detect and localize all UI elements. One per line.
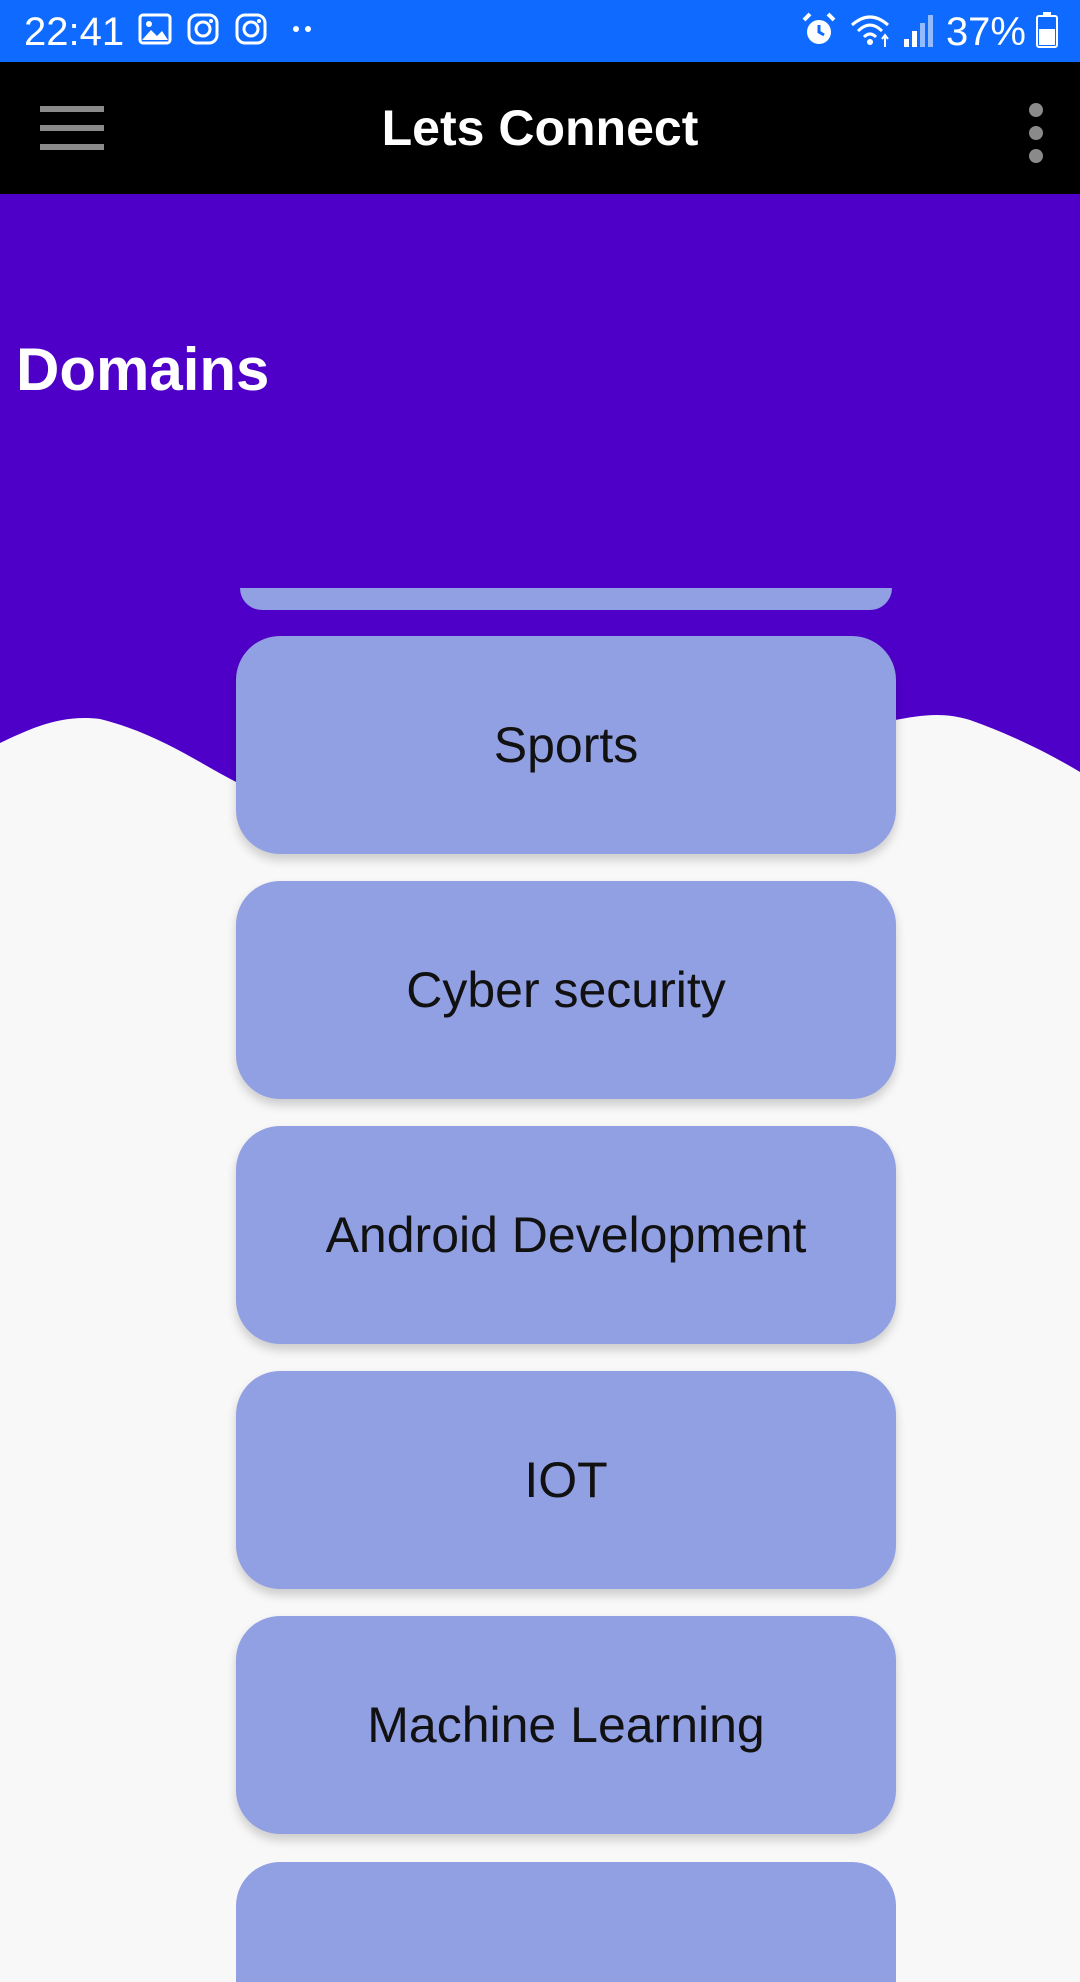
section-title: Domains bbox=[16, 336, 270, 403]
domain-card-cyber-security[interactable]: Cyber security bbox=[236, 881, 896, 1099]
domain-label: Android Development bbox=[325, 1207, 807, 1263]
system-status: 37% bbox=[800, 8, 1058, 56]
domain-label: Cyber security bbox=[406, 962, 726, 1018]
domain-card-iot[interactable]: IOT bbox=[236, 1371, 896, 1589]
gallery-icon bbox=[138, 13, 172, 50]
wifi-icon bbox=[848, 11, 892, 54]
app-title: Lets Connect bbox=[381, 100, 699, 156]
alarm-icon bbox=[800, 11, 838, 54]
instagram-icon bbox=[234, 12, 268, 51]
domain-card-partial[interactable] bbox=[236, 1862, 896, 1982]
domain-label: Machine Learning bbox=[367, 1697, 765, 1753]
domain-card-machine-learning[interactable]: Machine Learning bbox=[236, 1616, 896, 1834]
more-notifications-icon bbox=[282, 12, 322, 51]
battery-icon bbox=[1036, 11, 1058, 53]
more-vert-icon[interactable] bbox=[1018, 102, 1054, 164]
status-bar: 22:41 37% bbox=[0, 0, 1080, 62]
domain-label: Sports bbox=[493, 717, 639, 773]
domain-card-android-development[interactable]: Android Development bbox=[236, 1126, 896, 1344]
notification-icons bbox=[138, 12, 322, 50]
domain-card-partial[interactable] bbox=[240, 588, 892, 610]
signal-icon bbox=[902, 11, 936, 54]
domain-label: IOT bbox=[524, 1452, 608, 1508]
domain-card-sports[interactable]: Sports bbox=[236, 636, 896, 854]
app-bar: Lets Connect bbox=[0, 62, 1080, 194]
battery-percentage: 37% bbox=[945, 10, 1026, 54]
status-time: 22:41 bbox=[24, 10, 125, 54]
instagram-icon bbox=[186, 12, 220, 51]
